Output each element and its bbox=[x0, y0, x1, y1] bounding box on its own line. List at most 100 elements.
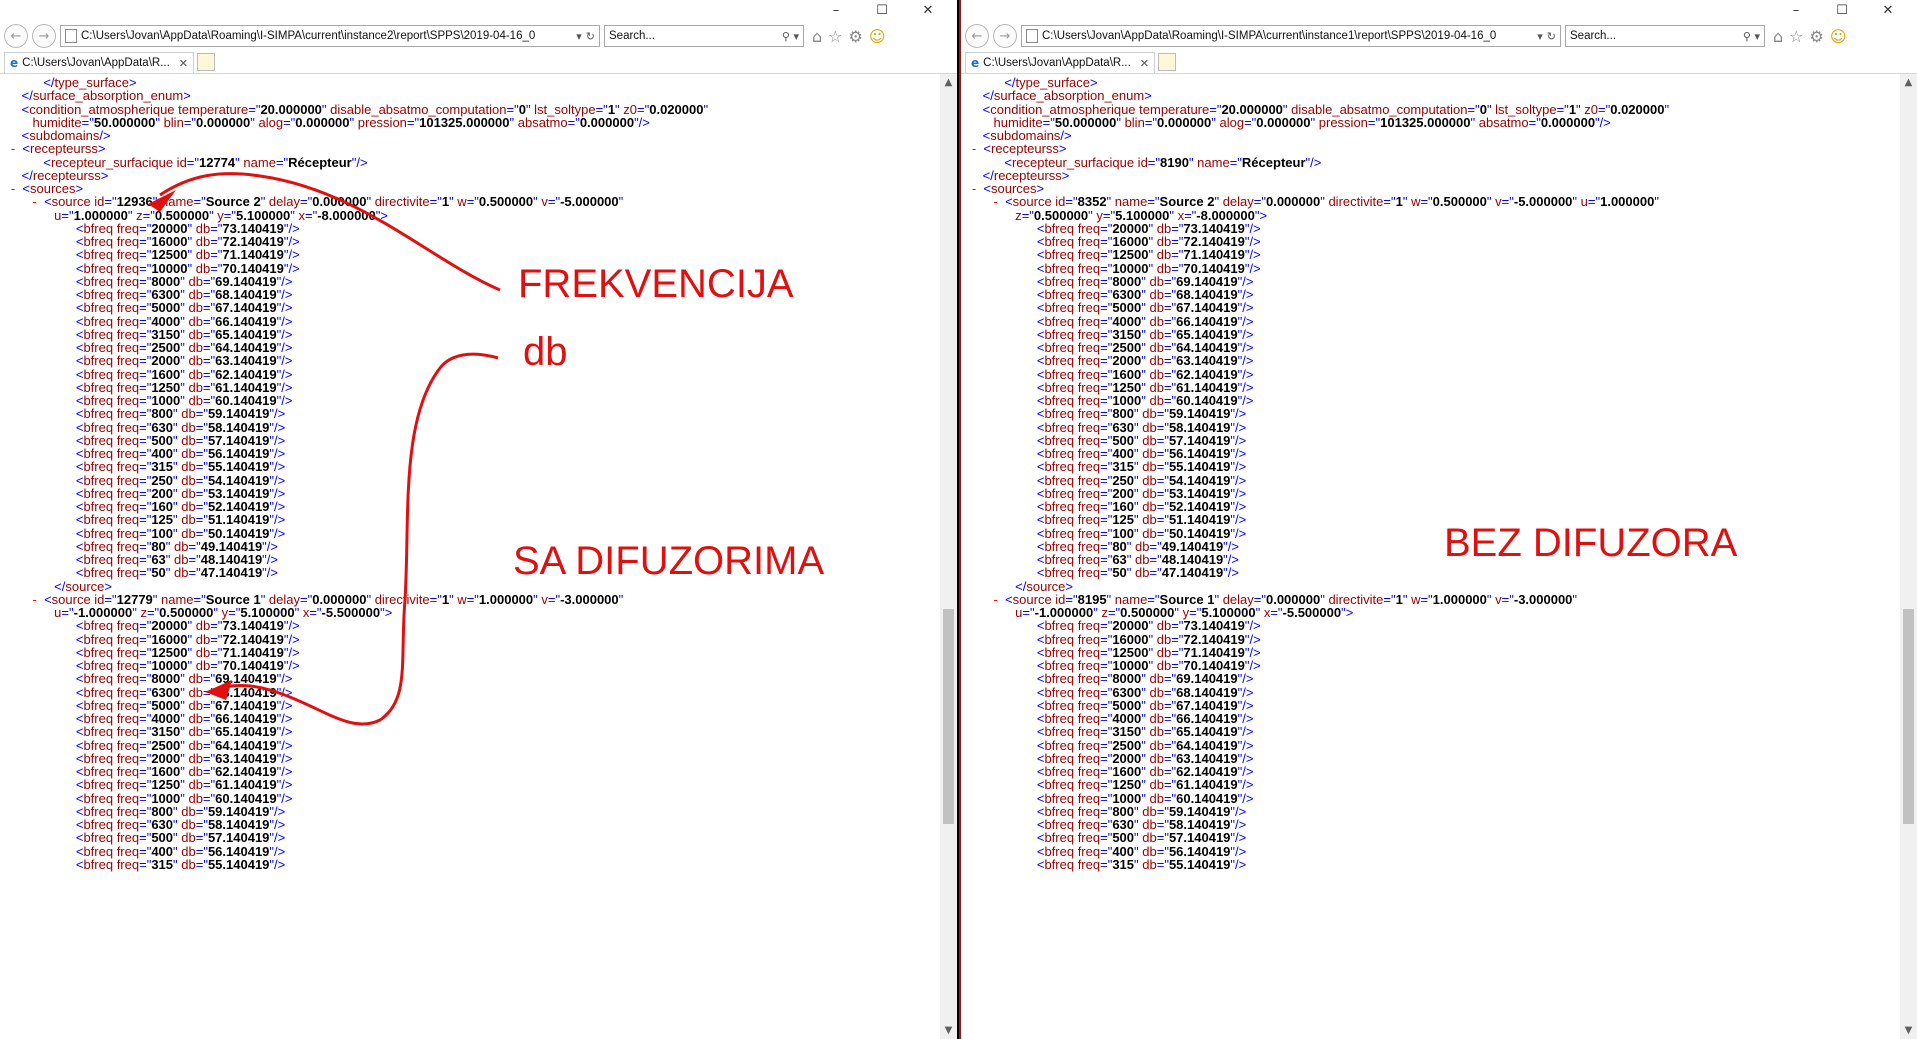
back-arrow-icon[interactable]: ← bbox=[965, 24, 989, 48]
address-url[interactable]: C:\Users\Jovan\AppData\Roaming\I-SIMPA\c… bbox=[81, 30, 572, 42]
address-url[interactable]: C:\Users\Jovan\AppData\Roaming\I-SIMPA\c… bbox=[1042, 30, 1533, 42]
xml-content: </type_surface> </surface_absorption_enu… bbox=[961, 74, 1917, 1039]
forward-arrow-icon[interactable]: → bbox=[32, 24, 56, 48]
address-bar[interactable]: C:\Users\Jovan\AppData\Roaming\I-SIMPA\c… bbox=[1021, 25, 1561, 47]
home-icon[interactable]: ⌂ bbox=[1773, 27, 1783, 46]
xml-line: <bfreq freq="5000" db="67.140419"/> bbox=[0, 697, 293, 713]
scroll-up-icon[interactable]: ▲ bbox=[940, 74, 957, 91]
scroll-thumb[interactable] bbox=[1903, 609, 1914, 824]
xml-line: <bfreq freq="1250" db="61.140419"/> bbox=[961, 379, 1254, 395]
xml-line: - <recepteurss> bbox=[961, 141, 1067, 157]
tab-active[interactable]: e C:\Users\Jovan\AppData\R... ✕ bbox=[4, 52, 194, 73]
search-input[interactable]: Search... bbox=[609, 30, 782, 42]
forward-arrow-icon[interactable]: → bbox=[993, 24, 1017, 48]
new-tab-icon[interactable] bbox=[1158, 53, 1176, 71]
settings-gear-icon[interactable]: ⚙ bbox=[849, 27, 863, 46]
tab-active[interactable]: e C:\Users\Jovan\AppData\R... ✕ bbox=[965, 52, 1155, 73]
xml-line: <bfreq freq="2500" db="64.140419"/> bbox=[961, 737, 1254, 753]
feedback-smiley-icon[interactable]: ☺ bbox=[869, 27, 886, 46]
scroll-up-icon[interactable]: ▲ bbox=[1900, 74, 1917, 91]
xml-line: <bfreq freq="500" db="57.140419"/> bbox=[961, 432, 1247, 448]
xml-line: <condition_atmospherique temperature="20… bbox=[961, 101, 1670, 117]
xml-line: <bfreq freq="160" db="52.140419"/> bbox=[0, 499, 286, 514]
address-bar[interactable]: C:\Users\Jovan\AppData\Roaming\I-SIMPA\c… bbox=[60, 25, 600, 47]
xml-line: <bfreq freq="10000" db="70.140419"/> bbox=[0, 658, 300, 673]
xml-line: <bfreq freq="200" db="53.140419"/> bbox=[961, 485, 1247, 501]
xml-line: <bfreq freq="4000" db="66.140419"/> bbox=[961, 711, 1254, 726]
xml-tree: </type_surface> </surface_absorption_enu… bbox=[961, 76, 1899, 1039]
xml-line: <bfreq freq="100" db="50.140419"/> bbox=[0, 525, 286, 541]
feedback-smiley-icon[interactable]: ☺ bbox=[1830, 27, 1847, 46]
xml-line: <bfreq freq="5000" db="67.140419"/> bbox=[961, 697, 1254, 713]
xml-line: - <source id="12779" name="Source 1" del… bbox=[0, 591, 624, 607]
close-icon[interactable]: ✕ bbox=[905, 0, 951, 20]
vertical-scrollbar[interactable]: ▲ ▼ bbox=[940, 74, 957, 1039]
close-icon[interactable]: ✕ bbox=[1865, 0, 1911, 20]
scroll-thumb[interactable] bbox=[943, 609, 954, 824]
xml-line: <bfreq freq="315" db="55.140419"/> bbox=[0, 856, 286, 872]
tab-bar: e C:\Users\Jovan\AppData\R... ✕ bbox=[961, 52, 1917, 74]
favorites-star-icon[interactable]: ☆ bbox=[828, 27, 842, 46]
xml-line: <bfreq freq="2000" db="63.140419"/> bbox=[0, 353, 293, 369]
xml-line: <bfreq freq="8000" db="69.140419"/> bbox=[0, 671, 293, 687]
xml-line: <bfreq freq="16000" db="72.140419"/> bbox=[0, 631, 300, 647]
vertical-scrollbar[interactable]: ▲ ▼ bbox=[1900, 74, 1917, 1039]
minimize-icon[interactable]: – bbox=[813, 0, 859, 20]
refresh-icon[interactable]: ↻ bbox=[1547, 30, 1556, 43]
xml-line: <bfreq freq="80" db="49.140419"/> bbox=[961, 538, 1239, 554]
xml-line: <bfreq freq="1000" db="60.140419"/> bbox=[0, 393, 293, 408]
xml-line: <bfreq freq="800" db="59.140419"/> bbox=[0, 406, 286, 422]
search-box[interactable]: Search... ⚲ ▾ bbox=[604, 25, 804, 47]
scroll-down-icon[interactable]: ▼ bbox=[1900, 1022, 1917, 1039]
xml-line: <bfreq freq="20000" db="73.140419"/> bbox=[961, 220, 1261, 236]
xml-line: <bfreq freq="3150" db="65.140419"/> bbox=[0, 326, 293, 342]
xml-line: <condition_atmospherique temperature="20… bbox=[0, 101, 709, 117]
xml-line: <bfreq freq="1250" db="61.140419"/> bbox=[961, 777, 1254, 793]
xml-line: <bfreq freq="10000" db="70.140419"/> bbox=[961, 260, 1261, 276]
xml-line: - <source id="8195" name="Source 1" dela… bbox=[961, 591, 1578, 607]
ie-logo-icon: e bbox=[10, 56, 19, 70]
xml-line: humidite="50.000000" blin="0.000000" alo… bbox=[0, 114, 650, 130]
back-arrow-icon[interactable]: ← bbox=[4, 24, 28, 48]
xml-line: <bfreq freq="4000" db="66.140419"/> bbox=[0, 711, 293, 726]
xml-line: <bfreq freq="6300" db="68.140419"/> bbox=[0, 287, 293, 302]
scroll-down-icon[interactable]: ▼ bbox=[940, 1022, 957, 1039]
xml-line: <bfreq freq="10000" db="70.140419"/> bbox=[0, 260, 300, 276]
xml-line: <subdomains/> bbox=[0, 128, 111, 143]
maximize-icon[interactable]: ☐ bbox=[859, 0, 905, 20]
dropdown-arrow-icon[interactable]: ▾ bbox=[576, 30, 582, 43]
tab-title: C:\Users\Jovan\AppData\R... bbox=[983, 57, 1131, 69]
settings-gear-icon[interactable]: ⚙ bbox=[1810, 27, 1824, 46]
xml-line: <bfreq freq="125" db="51.140419"/> bbox=[0, 512, 286, 528]
ie-logo-icon: e bbox=[971, 56, 980, 70]
xml-line: </source> bbox=[961, 578, 1074, 594]
search-box[interactable]: Search... ⚲ ▾ bbox=[1565, 25, 1765, 47]
xml-line: <bfreq freq="12500" db="71.140419"/> bbox=[0, 247, 300, 263]
minimize-icon[interactable]: – bbox=[1773, 0, 1819, 20]
search-icon[interactable]: ⚲ ▾ bbox=[1743, 30, 1760, 43]
home-icon[interactable]: ⌂ bbox=[812, 27, 822, 46]
xml-line: <bfreq freq="315" db="55.140419"/> bbox=[961, 856, 1247, 872]
xml-line: <bfreq freq="16000" db="72.140419"/> bbox=[961, 234, 1261, 249]
tab-close-icon[interactable]: ✕ bbox=[179, 57, 188, 70]
dropdown-arrow-icon[interactable]: ▾ bbox=[1537, 30, 1543, 43]
search-icon[interactable]: ⚲ ▾ bbox=[782, 30, 799, 43]
search-input[interactable]: Search... bbox=[1570, 30, 1743, 42]
new-tab-icon[interactable] bbox=[197, 53, 215, 71]
xml-line: <bfreq freq="500" db="57.140419"/> bbox=[961, 830, 1247, 846]
xml-line: <bfreq freq="1000" db="60.140419"/> bbox=[961, 393, 1254, 408]
toolbar-icons: ⌂ ☆ ⚙ ☺ bbox=[1773, 27, 1847, 46]
xml-line: <bfreq freq="12500" db="71.140419"/> bbox=[0, 644, 300, 660]
refresh-icon[interactable]: ↻ bbox=[586, 30, 595, 43]
xml-line: <bfreq freq="1600" db="62.140419"/> bbox=[961, 366, 1254, 382]
browser-window-right: – ☐ ✕ ← → C:\Users\Jovan\AppData\Roaming… bbox=[959, 0, 1917, 1039]
favorites-star-icon[interactable]: ☆ bbox=[1789, 27, 1803, 46]
xml-line: </type_surface> bbox=[0, 75, 137, 90]
xml-line: - <source id="8352" name="Source 2" dela… bbox=[961, 194, 1659, 210]
toolbar-icons: ⌂ ☆ ⚙ ☺ bbox=[812, 27, 886, 46]
xml-line: <bfreq freq="630" db="58.140419"/> bbox=[0, 419, 286, 435]
xml-line: <bfreq freq="8000" db="69.140419"/> bbox=[961, 671, 1254, 687]
xml-line: <bfreq freq="2000" db="63.140419"/> bbox=[961, 750, 1254, 766]
maximize-icon[interactable]: ☐ bbox=[1819, 0, 1865, 20]
tab-close-icon[interactable]: ✕ bbox=[1140, 57, 1149, 70]
